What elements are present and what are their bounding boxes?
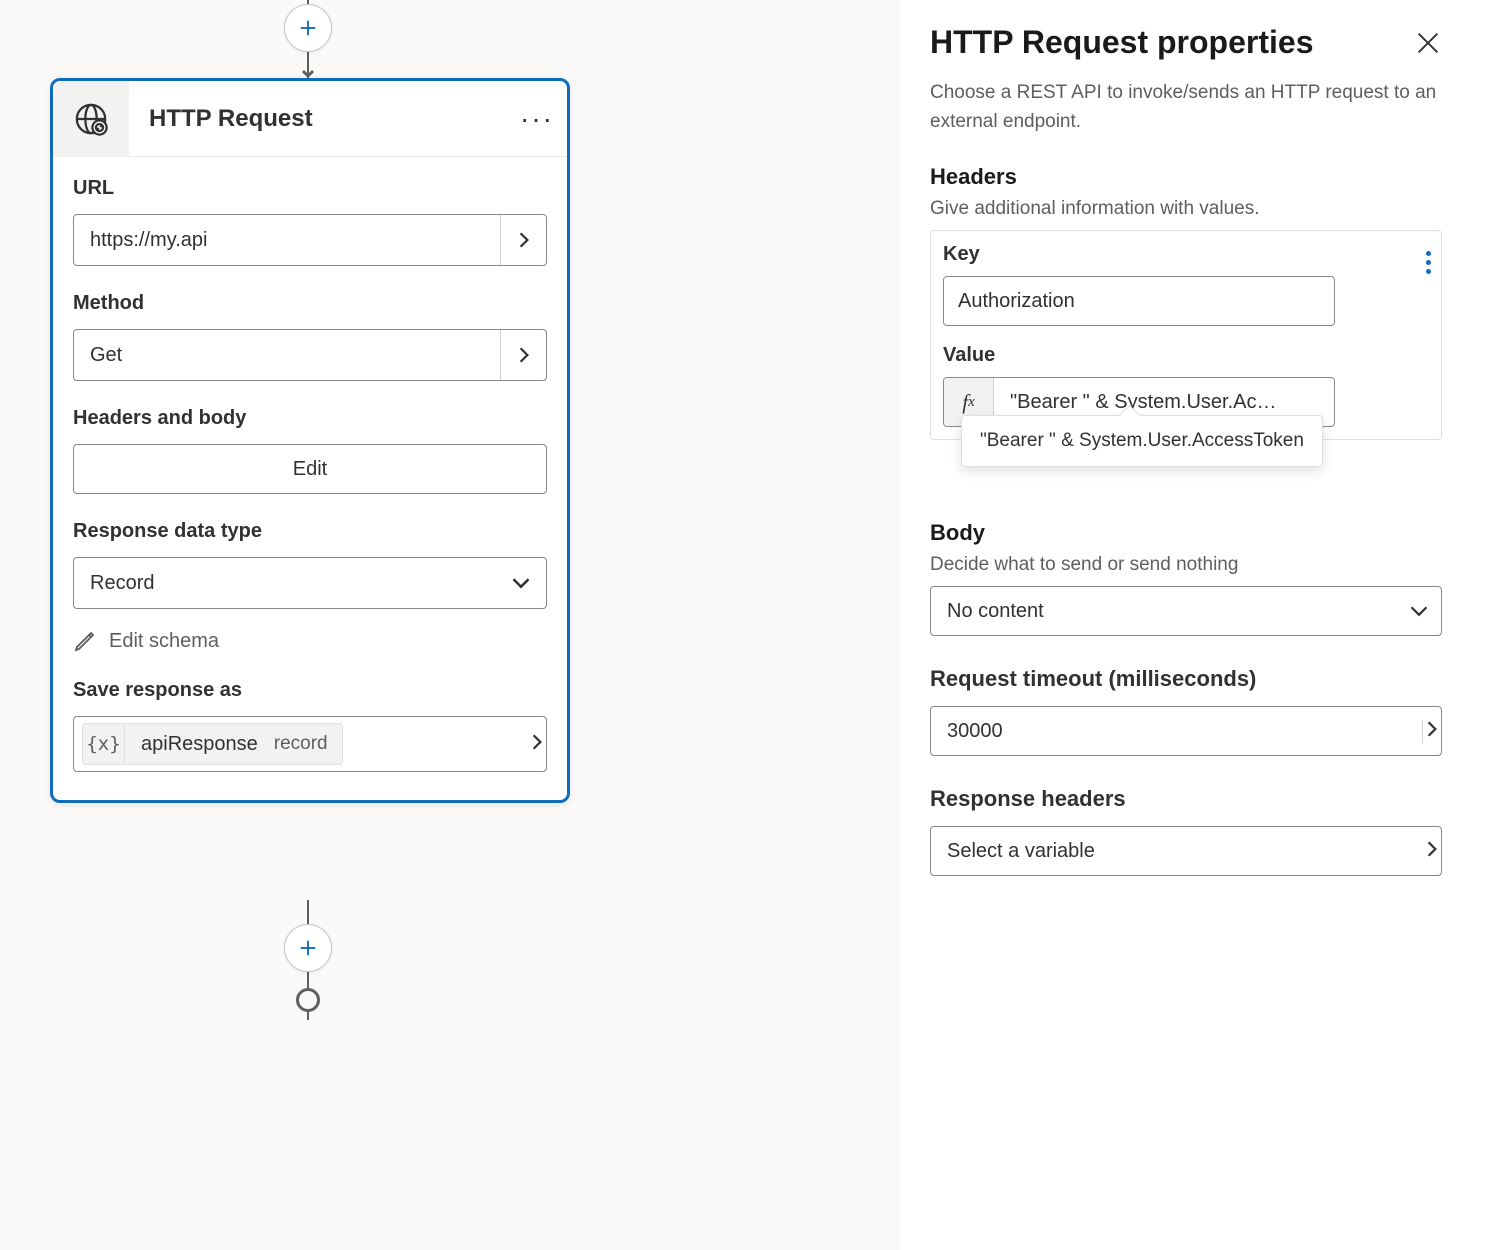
save-as-label: Save response as bbox=[73, 679, 547, 702]
key-label: Key bbox=[943, 243, 1429, 266]
variable-type: record bbox=[274, 733, 328, 755]
response-headers-value: Select a variable bbox=[931, 840, 1423, 863]
headers-body-label: Headers and body bbox=[73, 407, 547, 430]
properties-panel: HTTP Request properties Choose a REST AP… bbox=[900, 0, 1494, 1250]
pencil-icon bbox=[73, 629, 97, 653]
end-node-icon bbox=[296, 988, 320, 1012]
chevron-right-icon bbox=[528, 733, 546, 751]
response-type-label: Response data type bbox=[73, 520, 547, 543]
response-type-value: Record bbox=[74, 572, 496, 595]
node-title: HTTP Request bbox=[129, 105, 507, 133]
add-node-button-bottom[interactable] bbox=[284, 924, 332, 972]
http-icon bbox=[53, 81, 129, 157]
http-request-node[interactable]: HTTP Request ··· URL https://my.api Meth… bbox=[50, 78, 570, 803]
response-headers-label: Response headers bbox=[930, 786, 1442, 812]
chevron-down-icon bbox=[1409, 601, 1429, 621]
value-label: Value bbox=[943, 344, 1429, 367]
plus-icon bbox=[297, 17, 319, 39]
chevron-right-icon bbox=[515, 231, 533, 249]
chevron-right-icon bbox=[515, 346, 533, 364]
headers-sub: Give additional information with values. bbox=[930, 198, 1442, 220]
node-more-button[interactable]: ··· bbox=[507, 103, 567, 135]
timeout-input[interactable]: 30000 bbox=[930, 706, 1442, 756]
method-label: Method bbox=[73, 292, 547, 315]
response-type-chevron[interactable] bbox=[496, 573, 546, 593]
header-value-text: "Bearer " & System.User.Ac… bbox=[994, 391, 1334, 414]
url-value: https://my.api bbox=[74, 229, 500, 252]
headers-heading: Headers bbox=[930, 164, 1442, 190]
body-heading: Body bbox=[930, 520, 1442, 546]
edit-schema-button[interactable]: Edit schema bbox=[73, 629, 547, 653]
timeout-value: 30000 bbox=[931, 720, 1422, 743]
response-headers-select[interactable]: Select a variable bbox=[930, 826, 1442, 876]
save-as-input[interactable]: {x} apiResponse record bbox=[73, 716, 547, 772]
header-more-button[interactable] bbox=[1426, 251, 1431, 274]
body-value: No content bbox=[931, 600, 1397, 623]
url-expand-button[interactable] bbox=[500, 215, 546, 265]
variable-name: apiResponse bbox=[125, 733, 274, 756]
method-select[interactable]: Get bbox=[73, 329, 547, 381]
plus-icon bbox=[297, 937, 319, 959]
value-tooltip: "Bearer " & System.User.AccessToken bbox=[961, 415, 1323, 467]
body-select[interactable]: No content bbox=[930, 586, 1442, 636]
chevron-right-icon bbox=[1423, 720, 1441, 738]
save-as-expand-button[interactable] bbox=[528, 733, 546, 756]
response-type-select[interactable]: Record bbox=[73, 557, 547, 609]
chevron-down-icon bbox=[511, 573, 531, 593]
url-label: URL bbox=[73, 177, 547, 200]
panel-title: HTTP Request properties bbox=[930, 24, 1313, 61]
add-node-button-top[interactable] bbox=[284, 4, 332, 52]
header-entry: Key Value fx "Bearer " & System.User.Ac…… bbox=[930, 230, 1442, 440]
panel-description: Choose a REST API to invoke/sends an HTT… bbox=[930, 79, 1442, 136]
close-button[interactable] bbox=[1414, 29, 1442, 57]
variable-pill: {x} apiResponse record bbox=[82, 723, 343, 765]
chevron-right-icon bbox=[1423, 840, 1441, 858]
body-sub: Decide what to send or send nothing bbox=[930, 554, 1442, 576]
header-key-input[interactable] bbox=[943, 276, 1335, 326]
edit-headers-body-button[interactable]: Edit bbox=[73, 444, 547, 494]
edit-schema-label: Edit schema bbox=[109, 630, 219, 653]
node-header: HTTP Request ··· bbox=[53, 81, 567, 157]
variable-icon: {x} bbox=[83, 724, 125, 764]
timeout-label: Request timeout (milliseconds) bbox=[930, 666, 1442, 692]
method-value: Get bbox=[74, 344, 500, 367]
url-input[interactable]: https://my.api bbox=[73, 214, 547, 266]
method-expand-button[interactable] bbox=[500, 330, 546, 380]
